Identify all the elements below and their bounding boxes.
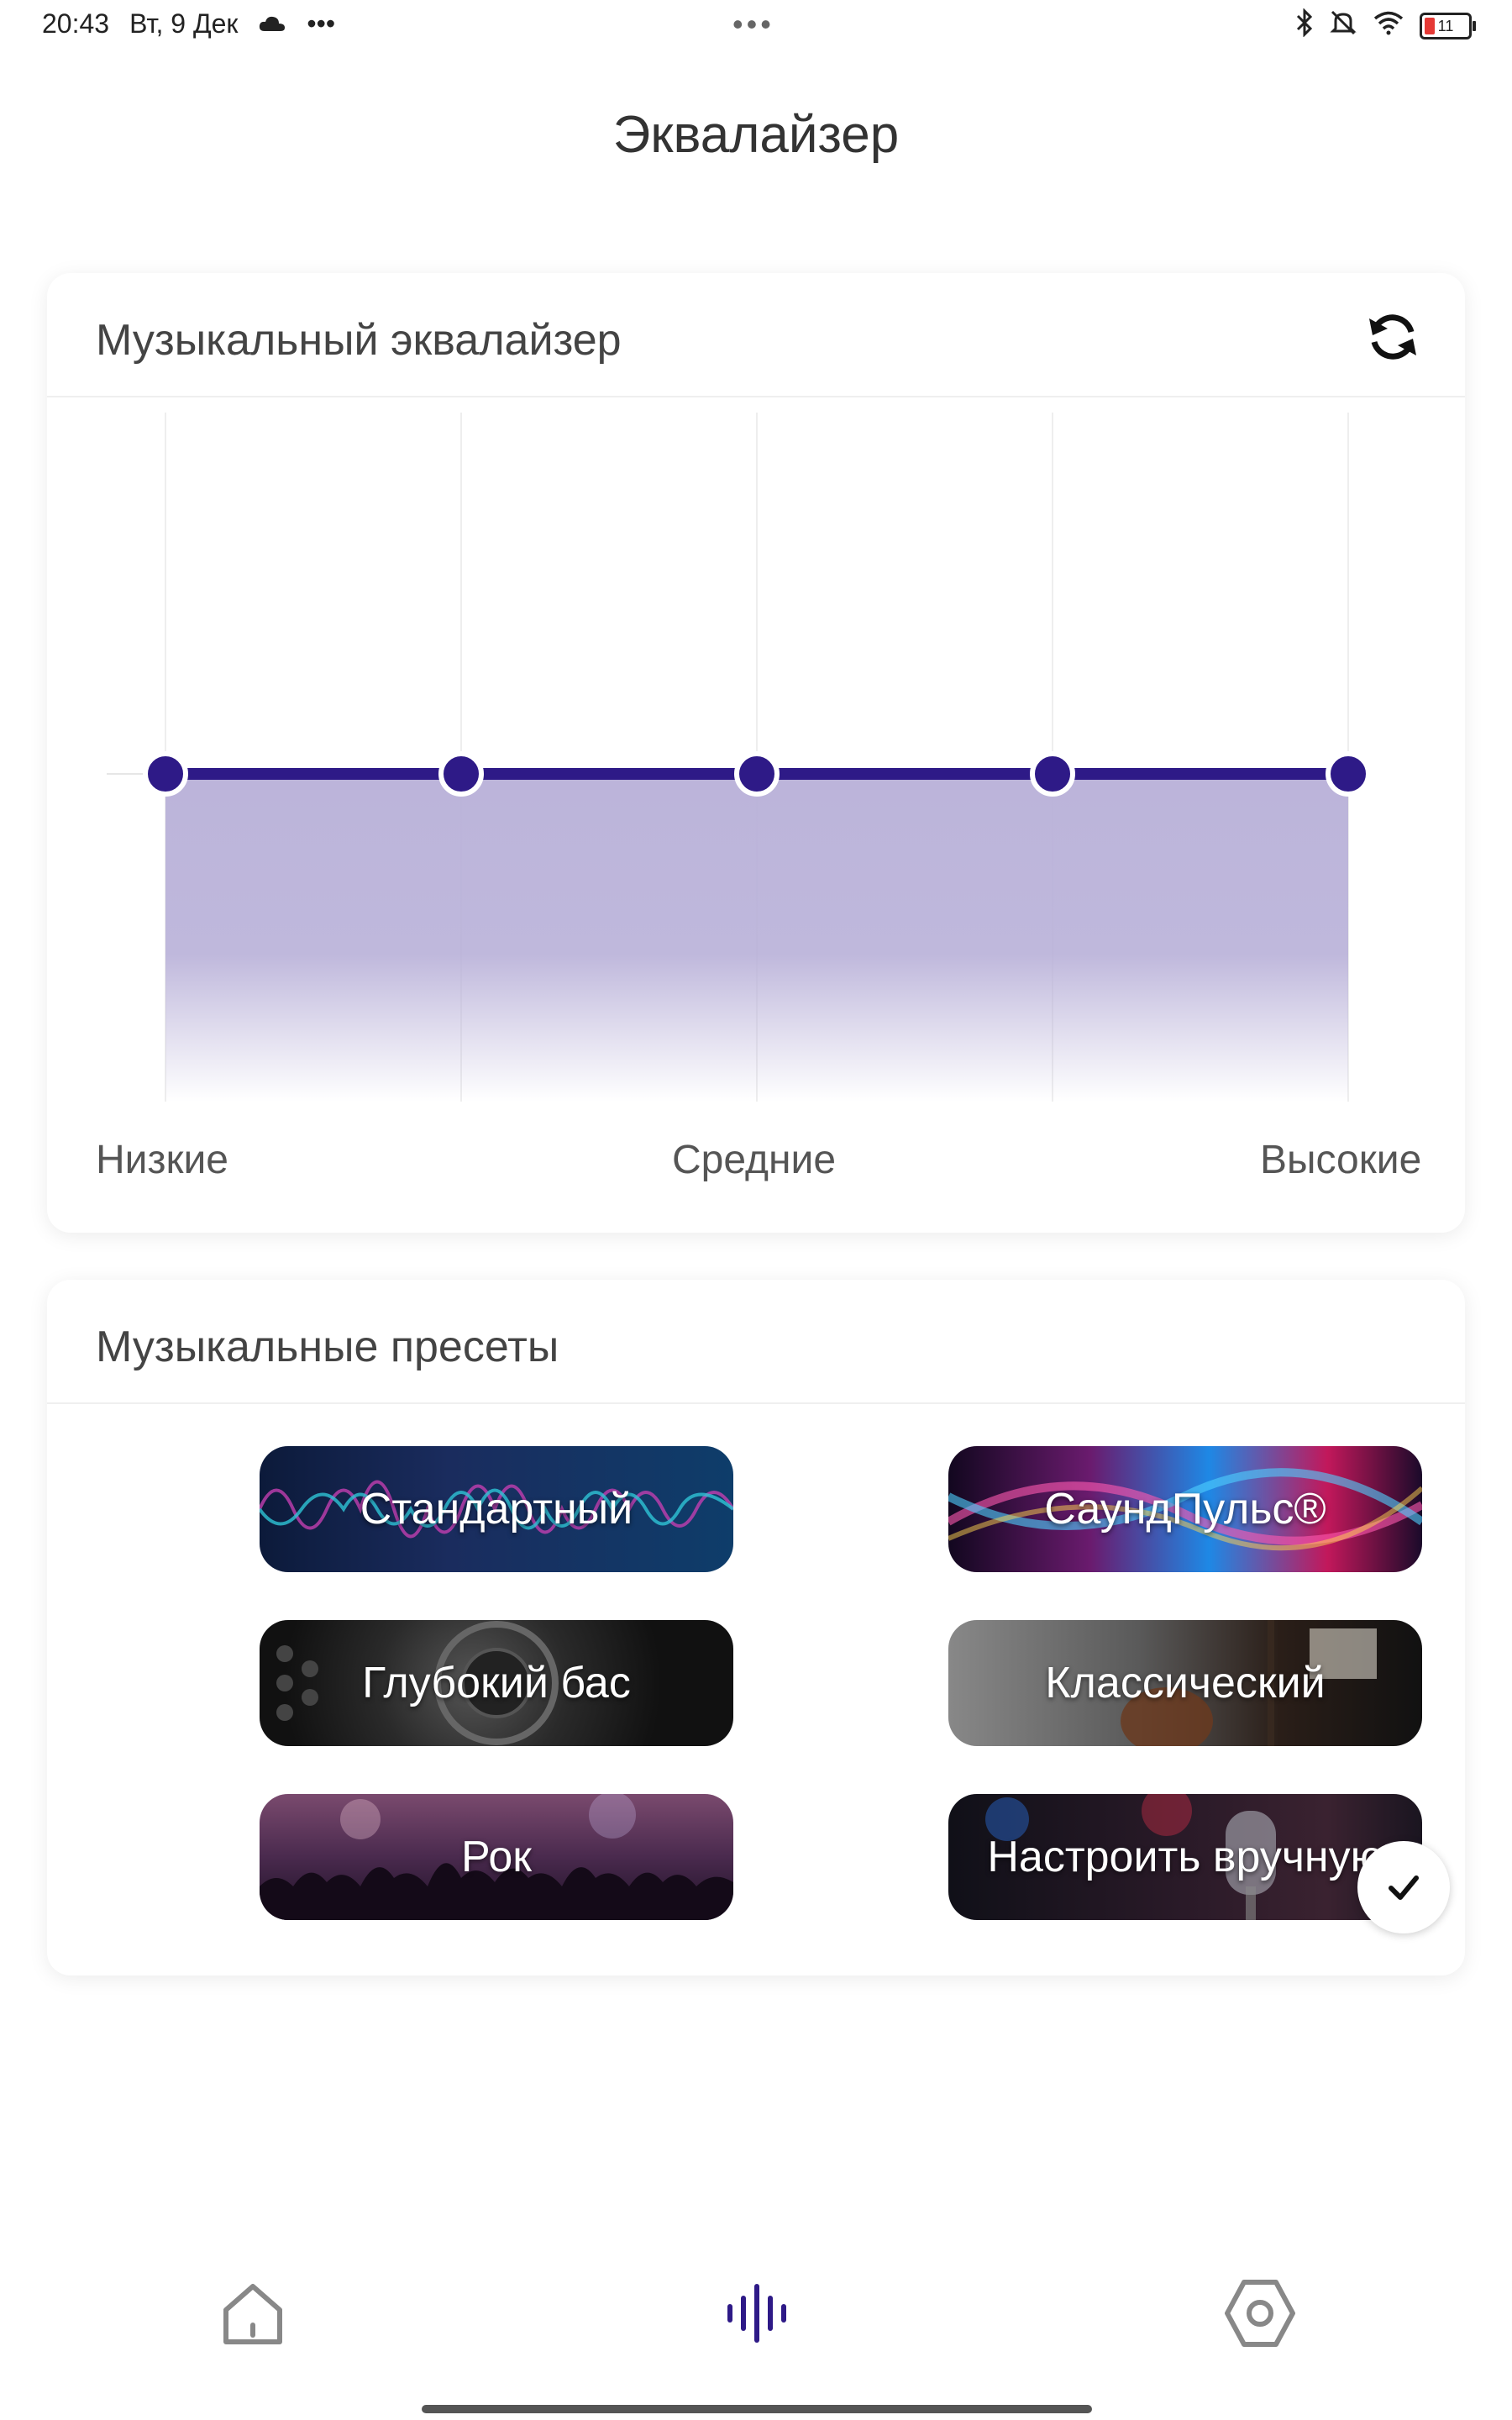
multitask-dots[interactable]: ••• <box>732 7 774 42</box>
preset-deep-bass[interactable]: Глубокий бас <box>260 1620 733 1746</box>
preset-label: СаундПульс® <box>1044 1485 1326 1534</box>
preset-soundpulse[interactable]: СаундПульс® <box>948 1446 1422 1572</box>
settings-icon <box>1222 2275 1298 2355</box>
page-title: Эквалайзер <box>612 106 900 164</box>
gesture-home-bar[interactable] <box>422 2405 1092 2413</box>
eq-band-handle-1[interactable] <box>143 751 188 797</box>
bluetooth-icon <box>1295 8 1314 44</box>
status-time: 20:43 <box>42 8 110 39</box>
preset-rock[interactable]: Рок <box>260 1794 733 1920</box>
preset-label: Стандартный <box>360 1485 633 1534</box>
preset-label: Глубокий бас <box>362 1659 631 1707</box>
preset-manual[interactable]: Настроить вручную <box>948 1794 1422 1920</box>
presets-header: Музыкальные пресеты <box>47 1280 1465 1404</box>
status-bar: 20:43 Вт, 9 Дек ••• ••• 11 <box>0 0 1512 54</box>
status-right: 11 <box>1295 8 1476 44</box>
eq-band-handle-4[interactable] <box>1030 751 1075 797</box>
band-label-mid: Средние <box>672 1138 837 1182</box>
nav-equalizer[interactable] <box>715 2273 799 2357</box>
mute-bell-icon <box>1329 8 1357 44</box>
status-left: 20:43 Вт, 9 Дек ••• <box>42 8 335 39</box>
equalizer-chart[interactable] <box>47 396 1465 1135</box>
preset-label: Рок <box>460 1833 533 1881</box>
eq-area <box>165 774 1348 1102</box>
nav-settings[interactable] <box>1218 2273 1302 2357</box>
preset-classical[interactable]: Классический <box>948 1620 1422 1746</box>
equalizer-icon <box>722 2278 792 2353</box>
nav-home[interactable] <box>211 2273 295 2357</box>
refresh-icon[interactable] <box>1362 307 1423 367</box>
status-more: ••• <box>307 8 336 39</box>
band-label-high: Высокие <box>1260 1138 1422 1182</box>
eq-band-handle-2[interactable] <box>438 751 484 797</box>
battery-icon: 11 <box>1420 13 1476 39</box>
equalizer-card: Музыкальный эквалайзер Низкие Средние Вы… <box>47 273 1465 1233</box>
eq-band-handle-3[interactable] <box>734 751 780 797</box>
home-icon <box>218 2278 288 2353</box>
presets-title: Музыкальные пресеты <box>96 1323 559 1371</box>
cloud-icon <box>258 8 286 39</box>
selected-check-icon <box>1357 1841 1450 1933</box>
eq-band-handle-5[interactable] <box>1326 751 1371 797</box>
equalizer-title: Музыкальный эквалайзер <box>96 316 622 365</box>
equalizer-header: Музыкальный эквалайзер <box>47 273 1465 397</box>
band-label-low: Низкие <box>96 1138 228 1182</box>
preset-label: Классический <box>1045 1659 1326 1707</box>
presets-card: Музыкальные пресеты Стандартный СаундПул… <box>47 1280 1465 1975</box>
preset-label: Настроить вручную <box>987 1833 1383 1881</box>
wifi-icon <box>1373 10 1404 42</box>
preset-standard[interactable]: Стандартный <box>260 1446 733 1572</box>
status-date: Вт, 9 Дек <box>129 8 239 39</box>
